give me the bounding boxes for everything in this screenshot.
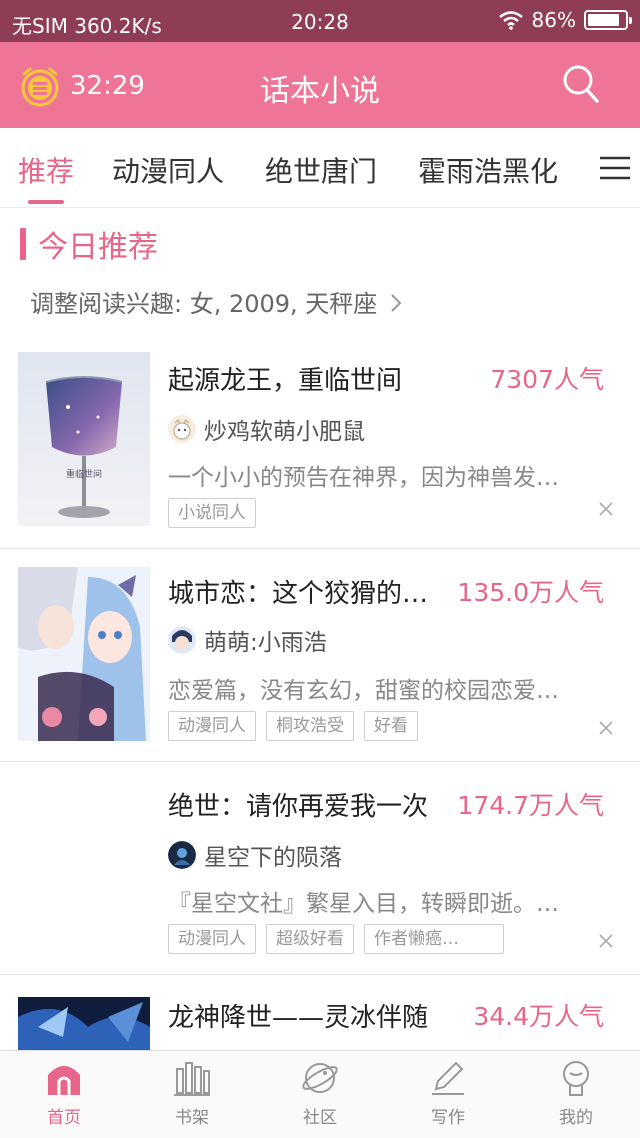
tabs-menu-button[interactable] — [600, 155, 630, 185]
book-description: 恋爱篇，没有玄幻，甜蜜的校园恋爱… — [168, 678, 559, 704]
section-accent-bar — [20, 228, 26, 260]
close-icon — [599, 502, 613, 516]
tabbar-label: 书架 — [175, 1108, 209, 1128]
author-name: 炒鸡软萌小肥鼠 — [204, 419, 365, 445]
book-tag[interactable]: 作者懒癌… — [364, 924, 504, 954]
tabbar-profile[interactable]: 我的 — [526, 1059, 626, 1128]
adjust-interest-link[interactable]: 调整阅读兴趣: 女, 2009, 天秤座 — [30, 284, 403, 319]
author-avatar — [168, 415, 196, 443]
dismiss-button[interactable] — [598, 498, 614, 523]
popularity: 7307人气 — [490, 365, 604, 394]
tab-anime-fanfic[interactable]: 动漫同人 — [112, 150, 224, 190]
book-tag[interactable]: 小说同人 — [168, 498, 256, 528]
book-title[interactable]: 城市恋：这个狡猾的… — [168, 573, 448, 610]
dismiss-button[interactable] — [598, 717, 614, 742]
author-avatar — [168, 626, 196, 654]
divider — [0, 548, 640, 549]
book-title[interactable]: 绝世：请你再爱我一次 — [168, 786, 458, 823]
profile-icon — [563, 1061, 589, 1096]
book-tags: 小说同人 — [168, 498, 256, 528]
home-icon — [48, 1066, 80, 1095]
popularity: 174.7万人气 — [457, 791, 604, 820]
app-title: 话本小说 — [260, 74, 380, 109]
dismiss-button[interactable] — [598, 930, 614, 955]
book-description: 『星空文社』繁星入目，转瞬即逝。… — [168, 891, 559, 917]
divider — [0, 761, 640, 762]
close-icon — [599, 721, 613, 735]
svg-text:重临世间: 重临世间 — [66, 468, 102, 480]
status-bar: 无SIM 360.2K/s 20:28 86% — [0, 0, 640, 42]
book-tag[interactable]: 动漫同人 — [168, 711, 256, 741]
chevron-right-icon — [391, 294, 402, 312]
book-tags: 动漫同人 超级好看 作者懒癌… — [168, 924, 504, 954]
tabbar-label: 我的 — [559, 1108, 593, 1128]
author-name: 萌萌:小雨浩 — [204, 630, 327, 656]
tabbar-community[interactable]: 社区 — [270, 1059, 370, 1128]
app-header: 32:29 话本小说 — [0, 42, 640, 128]
section-title: 今日推荐 — [20, 222, 158, 266]
battery-percent: 86% — [531, 8, 576, 32]
cover-image — [18, 997, 150, 1050]
book-author[interactable]: 星空下的陨落 — [168, 838, 342, 872]
book-cover[interactable]: 重临世间 — [18, 352, 150, 526]
book-tag[interactable]: 好看 — [364, 711, 418, 741]
category-tabs: 推荐 动漫同人 绝世唐门 霍雨浩黑化 — [0, 128, 640, 208]
book-tag[interactable]: 桐攻浩受 — [266, 711, 354, 741]
search-icon — [563, 65, 599, 103]
book-tag[interactable]: 动漫同人 — [168, 924, 256, 954]
search-button[interactable] — [562, 64, 600, 108]
cover-image — [18, 567, 150, 741]
book-tag[interactable]: 超级好看 — [266, 924, 354, 954]
close-icon — [599, 934, 613, 948]
planet-icon — [302, 1063, 338, 1093]
section-title-text: 今日推荐 — [38, 230, 158, 265]
book-author[interactable]: 萌萌:小雨浩 — [168, 623, 327, 657]
book-title[interactable]: 龙神降世——灵冰伴随 — [168, 997, 458, 1034]
book-description: 一个小小的预告在神界，因为神兽发… — [168, 465, 559, 491]
divider — [0, 974, 640, 975]
book-tags: 动漫同人 桐攻浩受 好看 — [168, 711, 418, 741]
bookshelf-icon — [174, 1062, 210, 1096]
book-title[interactable]: 起源龙王，重临世间 — [168, 360, 478, 397]
bottom-tab-bar: 首页 书架 社区 写作 我的 — [0, 1050, 640, 1138]
book-cover[interactable] — [18, 567, 150, 741]
tabbar-home[interactable]: 首页 — [14, 1059, 114, 1128]
popularity: 34.4万人气 — [473, 1002, 604, 1031]
battery-icon — [584, 10, 632, 30]
tabbar-write[interactable]: 写作 — [398, 1059, 498, 1128]
book-cover[interactable] — [18, 997, 150, 1050]
tab-jueshi-tangmen[interactable]: 绝世唐门 — [265, 150, 377, 190]
wifi-icon — [498, 11, 523, 30]
battery-fill — [588, 14, 619, 26]
tab-recommend[interactable]: 推荐 — [18, 150, 74, 190]
tab-huoyuhao[interactable]: 霍雨浩黑化 — [418, 150, 558, 190]
cover-image: 重临世间 — [18, 352, 150, 526]
tabbar-label: 社区 — [303, 1108, 337, 1128]
author-avatar — [168, 841, 196, 869]
tabbar-bookshelf[interactable]: 书架 — [142, 1059, 242, 1128]
popularity: 135.0万人气 — [457, 578, 604, 607]
tabbar-label: 写作 — [431, 1108, 465, 1128]
tabbar-label: 首页 — [47, 1108, 81, 1128]
book-author[interactable]: 炒鸡软萌小肥鼠 — [168, 412, 365, 446]
book-card[interactable]: 龙神降世——灵冰伴随 34.4万人气 — [0, 985, 640, 1050]
author-name: 星空下的陨落 — [204, 845, 342, 871]
pencil-icon — [432, 1061, 464, 1095]
status-right: 86% — [498, 8, 632, 32]
menu-icon — [600, 156, 630, 180]
active-tab-indicator — [28, 200, 64, 204]
interest-text: 调整阅读兴趣: 女, 2009, 天秤座 — [30, 290, 378, 318]
